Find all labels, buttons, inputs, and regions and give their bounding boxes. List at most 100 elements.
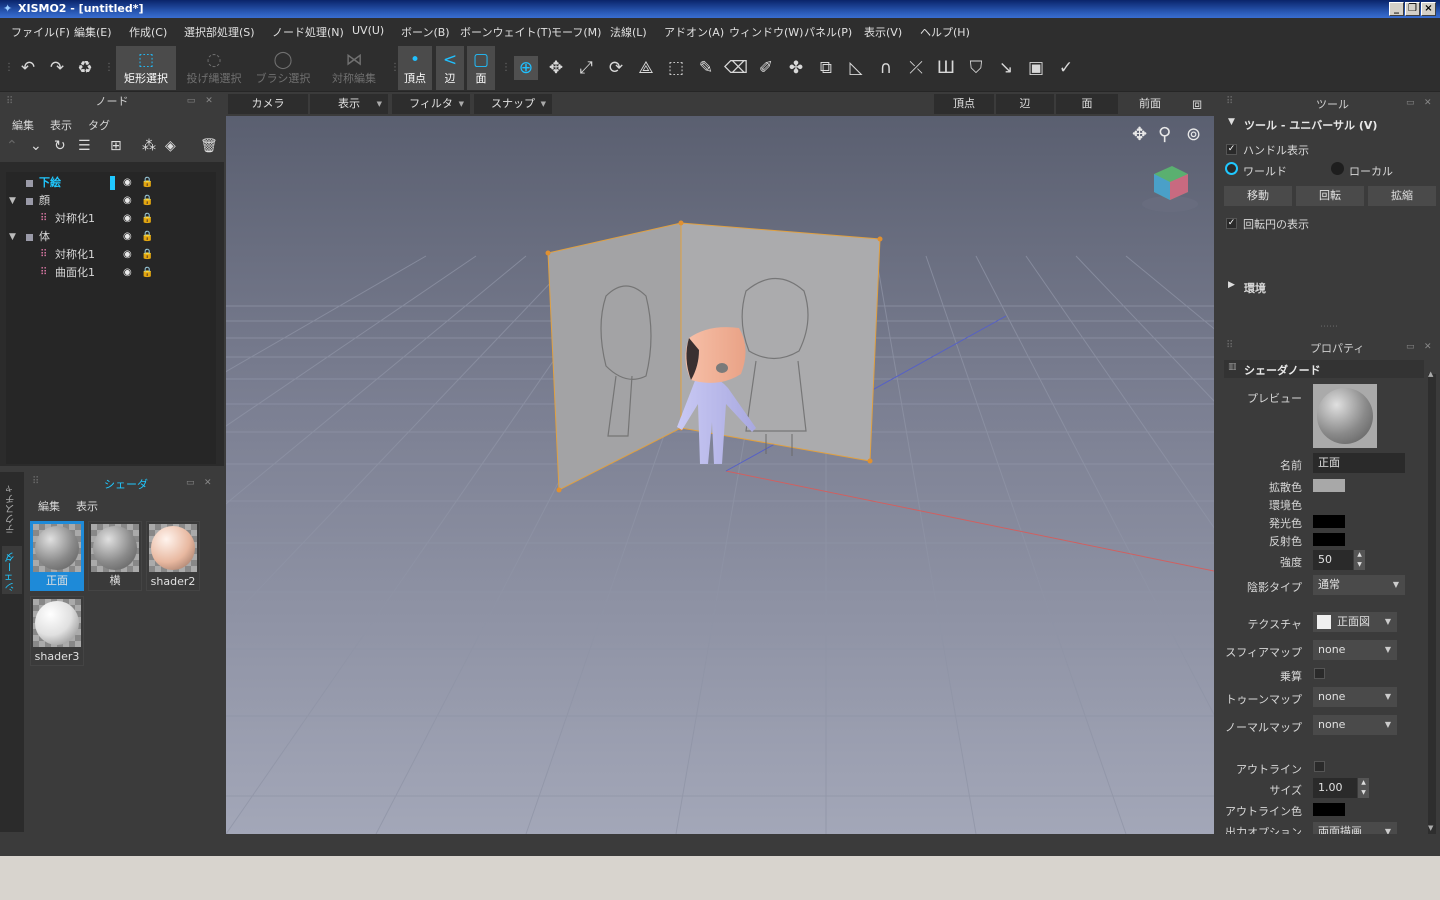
output-option-dropdown[interactable]: 両面描画 ▼ (1313, 822, 1397, 834)
viewport-edge-button[interactable]: 辺 (996, 94, 1054, 114)
node-menu-tag[interactable]: タグ (88, 117, 110, 133)
show-handle-checkbox[interactable]: ✓ (1226, 144, 1237, 155)
property-scrollbar[interactable]: ▲ ▼ (1428, 370, 1436, 834)
paint-icon[interactable]: ↘ (994, 56, 1018, 80)
orbit-icon[interactable]: ⊚ (1186, 124, 1201, 145)
toolbar-grip[interactable]: ⋮ (501, 62, 511, 73)
environment-section[interactable]: 環境 (1244, 280, 1266, 296)
shader-thumb[interactable]: shader3 (30, 596, 84, 666)
menu-normal[interactable]: 法線(L) (610, 24, 647, 40)
node-menu-edit[interactable]: 編集 (12, 117, 34, 133)
specular-color-swatch[interactable] (1313, 533, 1345, 546)
viewport-3d[interactable]: ✥ ⚲ ⊚ (226, 116, 1214, 834)
menu-panel[interactable]: パネル(P) (804, 24, 852, 40)
menu-help[interactable]: ヘルプ(H) (920, 24, 970, 40)
axis-icon[interactable]: ⟁ (634, 56, 658, 80)
emission-color-swatch[interactable] (1313, 515, 1345, 528)
panel-grip[interactable]: ⠿ (6, 92, 13, 112)
view-cube-toggle-icon[interactable]: ⧈ (1192, 94, 1202, 114)
outline-size-input[interactable]: 1.00 (1313, 778, 1357, 798)
undo-icon[interactable]: ↶ (16, 56, 40, 80)
panel-grip[interactable]: ⠿ (1226, 96, 1233, 107)
rotate-button[interactable]: 回転 (1296, 186, 1364, 206)
globe-icon[interactable]: ⊕ (514, 56, 538, 80)
vertex-mode-button[interactable]: • 頂点 (398, 46, 432, 90)
normal-map-dropdown[interactable]: none ▼ (1313, 715, 1397, 735)
diffuse-color-swatch[interactable] (1313, 479, 1345, 492)
cube-icon[interactable]: ◈ (165, 138, 176, 154)
expand-arrow-icon[interactable]: ▼ (9, 228, 16, 246)
eye-icon[interactable]: ◉ (123, 192, 132, 210)
shader-menu-view[interactable]: 表示 (76, 498, 98, 514)
tree-row[interactable]: ▼ 顔 ◉ 🔒 (6, 192, 214, 210)
display-menu[interactable]: 表示 ▼ (310, 94, 388, 114)
lock-icon[interactable]: 🔒 (141, 192, 153, 210)
bag-icon[interactable]: ⛉ (964, 56, 988, 80)
sphere-map-dropdown[interactable]: none ▼ (1313, 640, 1397, 660)
view-front-label[interactable]: 前面 (1122, 94, 1178, 114)
shading-dropdown[interactable]: 通常 ▼ (1313, 575, 1405, 595)
edit-box-icon[interactable]: ✓ (1054, 56, 1078, 80)
zoom-icon[interactable]: ⚲ (1158, 124, 1171, 145)
node-menu-view[interactable]: 表示 (50, 117, 72, 133)
menu-uv[interactable]: UV(U) (352, 24, 384, 37)
panel-minimize-icon[interactable]: ▭ (1406, 342, 1416, 352)
tree-row[interactable]: ⠿ 対称化1 ◉ 🔒 (6, 246, 214, 264)
scroll-down-icon[interactable]: ▼ (1428, 824, 1433, 832)
toolbar-grip[interactable]: ⋮ (104, 62, 114, 73)
shader-thumb[interactable]: 横 (88, 521, 142, 591)
scroll-up-icon[interactable]: ▲ (1428, 370, 1433, 378)
knife-icon[interactable]: ✐ (754, 56, 778, 80)
menu-file[interactable]: ファイル(F) (11, 24, 70, 40)
toolbar-grip[interactable]: ⋮ (4, 62, 14, 73)
panel-grip[interactable]: ⠿ (32, 476, 39, 487)
eye-icon[interactable]: ◉ (123, 210, 132, 228)
collapse-icon[interactable]: ⤫ (904, 56, 928, 80)
brush-select-button[interactable]: ◯ ブラシ選択 (254, 46, 312, 90)
trash-icon[interactable]: 🗑 (200, 138, 218, 154)
menu-bone-weight[interactable]: ボーンウェイト(T) (460, 24, 552, 40)
tree-row[interactable]: ⠿ 対称化1 ◉ 🔒 (6, 210, 214, 228)
eye-icon[interactable]: ◉ (123, 174, 132, 192)
world-radio[interactable] (1225, 162, 1238, 175)
cube-outline-icon[interactable]: ⧉ (814, 56, 838, 80)
panel-close-icon[interactable]: ✕ (1424, 342, 1434, 352)
face-mode-button[interactable]: ▢ 面 (467, 46, 495, 90)
edge-mode-button[interactable]: < 辺 (436, 46, 464, 90)
ambient-color-swatch[interactable] (1313, 497, 1345, 510)
texture-dropdown[interactable]: 正面図 ▼ (1313, 612, 1397, 632)
menu-create[interactable]: 作成(C) (129, 24, 167, 40)
lock-icon[interactable]: 🔒 (141, 210, 153, 228)
move-icon[interactable]: ✥ (544, 56, 568, 80)
minimize-button[interactable]: _ (1389, 2, 1404, 16)
hierarchy-icon[interactable]: ☰ (78, 138, 91, 154)
redo-icon[interactable]: ↷ (45, 56, 69, 80)
lock-icon[interactable]: 🔒 (141, 264, 153, 282)
strength-input[interactable]: 50 (1313, 550, 1353, 570)
bevel-icon[interactable]: ◺ (844, 56, 868, 80)
menu-node[interactable]: ノード処理(N) (272, 24, 344, 40)
move-up-icon[interactable]: ⌃ (6, 138, 18, 154)
menu-bone[interactable]: ボーン(B) (401, 24, 450, 40)
panel-grip[interactable]: ⠿ (1226, 340, 1233, 351)
lasso-select-button[interactable]: ◌ 投げ縄選択 (182, 46, 246, 90)
pan-icon[interactable]: ✥ (1132, 124, 1147, 145)
shader-thumb[interactable]: 正面 (30, 521, 84, 591)
panel-close-icon[interactable]: ✕ (204, 96, 214, 106)
snap-menu[interactable]: スナップ ▼ (474, 94, 552, 114)
collapse-arrow-icon[interactable]: ▼ (1228, 117, 1235, 127)
rect-select-button[interactable]: ⬚ 矩形選択 (116, 46, 176, 90)
local-radio[interactable] (1331, 162, 1344, 175)
restore-button[interactable]: ❐ (1405, 2, 1420, 16)
strength-stepper-icon[interactable]: ▲ ▼ (1354, 550, 1365, 570)
tab-shader[interactable]: シェーダ (4, 552, 19, 592)
recycle-icon[interactable]: ♻ (73, 56, 97, 80)
name-input[interactable]: 正面 (1313, 453, 1405, 473)
eraser-icon[interactable]: ⌫ (724, 56, 748, 80)
show-rotate-circle-checkbox[interactable]: ✓ (1226, 218, 1237, 229)
tree-row[interactable]: ▼ 体 ◉ 🔒 (6, 228, 214, 246)
scale-button[interactable]: 拡縮 (1368, 186, 1436, 206)
eye-icon[interactable]: ◉ (123, 264, 132, 282)
tab-texture[interactable]: テクスチャ (4, 484, 19, 534)
film-icon[interactable]: ▣ (1024, 56, 1048, 80)
